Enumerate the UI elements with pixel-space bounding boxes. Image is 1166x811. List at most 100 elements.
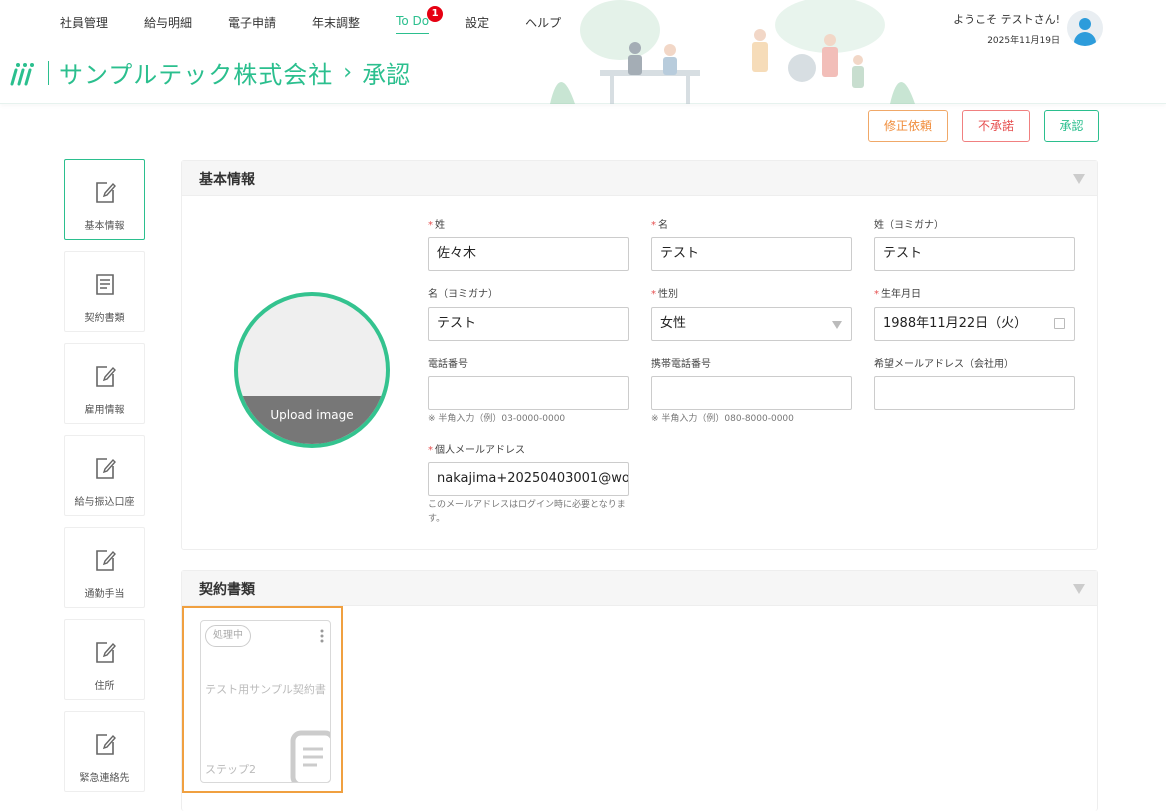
gender-label: * 性別 xyxy=(651,285,678,300)
required-mark: * xyxy=(874,289,879,300)
company-mail-label: 希望メールアドレス（会社用） xyxy=(874,359,1014,370)
company-name: サンプルテック株式会社 xyxy=(59,61,334,89)
gender-value: 女性 xyxy=(660,316,687,331)
phone-field[interactable] xyxy=(428,376,629,410)
nav-payslip[interactable]: 給与明細 xyxy=(144,14,192,34)
sidebar-item-address[interactable]: 住所 xyxy=(64,619,145,700)
header-illustration xyxy=(530,0,920,104)
contracts-title: 契約書類 xyxy=(199,582,255,598)
request-fix-button[interactable]: 修正依頼 xyxy=(868,110,948,142)
nav-e-application[interactable]: 電子申請 xyxy=(228,14,276,34)
edit-document-icon xyxy=(96,734,116,755)
sidebar-item-label: 基本情報 xyxy=(84,221,125,232)
document-lines-icon xyxy=(96,274,114,295)
edit-document-icon xyxy=(96,366,116,387)
contracts-header[interactable]: 契約書類 xyxy=(182,571,1097,606)
last-name-field[interactable]: 佐々木 xyxy=(428,237,629,271)
welcome-text: ようこそ テストさん! xyxy=(953,13,1060,26)
document-icon xyxy=(290,730,330,782)
company-mail-field[interactable] xyxy=(874,376,1075,410)
sidebar-item-employment[interactable]: 雇用情報 xyxy=(64,343,145,424)
todo-count-badge: 1 xyxy=(427,6,444,22)
basic-info-header[interactable]: 基本情報 xyxy=(182,161,1097,196)
contract-card[interactable]: 処理中 テスト用サンプル契約書 ステップ2 xyxy=(200,620,331,783)
calendar-icon[interactable] xyxy=(1054,318,1065,329)
top-nav: 社員管理 給与明細 電子申請 年末調整 To Do 1 設定 ヘルプ xyxy=(60,6,597,34)
birthday-label-text: 生年月日 xyxy=(881,289,921,300)
sidebar-item-label: 通勤手当 xyxy=(84,589,125,600)
edit-document-icon xyxy=(96,642,116,663)
required-mark: * xyxy=(651,220,656,231)
personal-mail-label-text: 個人メールアドレス xyxy=(435,445,525,456)
breadcrumb-separator: › xyxy=(343,60,353,85)
contract-step: ステップ2 xyxy=(205,763,256,776)
photo-upload[interactable]: Upload image xyxy=(234,292,390,448)
sidebar-item-commute[interactable]: 通勤手当 xyxy=(64,527,145,608)
sidebar-item-emergency-contact[interactable]: 緊急連絡先 xyxy=(64,711,145,792)
first-name-field[interactable]: テスト xyxy=(651,237,852,271)
brand-divider xyxy=(48,60,49,85)
more-vertical-icon[interactable] xyxy=(320,629,324,643)
welcome-area: ようこそ テストさん! 2025年11月19日 xyxy=(953,11,1060,46)
gender-label-text: 性別 xyxy=(658,289,678,300)
avatar-body xyxy=(1074,32,1096,46)
nav-todo-label: To Do xyxy=(396,14,430,28)
user-avatar[interactable] xyxy=(1067,10,1103,46)
phone-label: 電話番号 xyxy=(428,359,468,370)
contract-card-highlight: 処理中 テスト用サンプル契約書 ステップ2 xyxy=(182,606,343,793)
last-name-label: * 姓 xyxy=(428,216,445,231)
basic-info-panel: 基本情報 Upload image * 姓 佐々木 * 名 テスト 姓（ヨミガナ） … xyxy=(181,160,1098,550)
sidebar-item-label: 契約書類 xyxy=(84,313,125,324)
nav-settings[interactable]: 設定 xyxy=(465,14,489,34)
last-name-label-text: 姓 xyxy=(435,220,445,231)
sidebar-item-label: 住所 xyxy=(94,681,115,692)
personal-mail-hint: このメールアドレスはログイン時に必要となります。 xyxy=(428,500,626,524)
mobile-hint: ※ 半角入力（例）080-8000-0000 xyxy=(651,414,794,424)
sidebar-item-label: 給与振込口座 xyxy=(74,497,135,508)
personal-mail-field[interactable]: nakajima+20250403001@wor xyxy=(428,462,629,496)
birthday-value: 1988年11月22日（火） xyxy=(883,316,1028,331)
contract-title: テスト用サンプル契約書 xyxy=(205,683,326,696)
personal-mail-label: * 個人メールアドレス xyxy=(428,441,525,456)
first-name-kana-label: 名（ヨミガナ） xyxy=(428,289,498,300)
sidebar-item-basic-info[interactable]: 基本情報 xyxy=(64,159,145,240)
edit-document-icon xyxy=(96,458,116,479)
birthday-label: * 生年月日 xyxy=(874,285,921,300)
sidebar-item-label: 緊急連絡先 xyxy=(79,773,130,784)
first-name-label-text: 名 xyxy=(658,220,668,231)
page-title-area: サンプルテック株式会社 › 承認 xyxy=(8,55,410,90)
edit-document-icon xyxy=(96,550,116,571)
nav-employee-management[interactable]: 社員管理 xyxy=(60,14,108,34)
first-name-label: * 名 xyxy=(651,216,668,231)
gender-select[interactable]: 女性 xyxy=(651,307,852,341)
collapse-triangle-icon[interactable] xyxy=(1073,174,1085,184)
collapse-triangle-icon[interactable] xyxy=(1073,584,1085,594)
app-header: 社員管理 給与明細 電子申請 年末調整 To Do 1 設定 ヘルプ ようこそ … xyxy=(0,0,1166,104)
status-badge: 処理中 xyxy=(205,625,251,647)
last-name-kana-field[interactable]: テスト xyxy=(874,237,1075,271)
nav-todo[interactable]: To Do 1 xyxy=(396,6,444,34)
nav-year-end-adjustment[interactable]: 年末調整 xyxy=(312,14,360,34)
basic-info-title: 基本情報 xyxy=(199,172,255,188)
edit-document-icon xyxy=(96,182,116,203)
approve-button[interactable]: 承認 xyxy=(1044,110,1099,142)
sidebar-item-bank-account[interactable]: 給与振込口座 xyxy=(64,435,145,516)
sidebar-item-contracts[interactable]: 契約書類 xyxy=(64,251,145,332)
mobile-label: 携帯電話番号 xyxy=(651,359,711,370)
mobile-field[interactable] xyxy=(651,376,852,410)
page-title: 承認 xyxy=(362,61,411,89)
current-date: 2025年11月19日 xyxy=(987,36,1060,46)
required-mark: * xyxy=(428,220,433,231)
phone-hint: ※ 半角入力（例）03-0000-0000 xyxy=(428,414,566,424)
avatar-head xyxy=(1079,18,1091,30)
required-mark: * xyxy=(651,289,656,300)
upload-image-label: Upload image xyxy=(238,396,386,444)
birthday-field[interactable]: 1988年11月22日（火） xyxy=(874,307,1075,341)
reject-button[interactable]: 不承諾 xyxy=(962,110,1030,142)
required-mark: * xyxy=(428,445,433,456)
sidebar-item-label: 雇用情報 xyxy=(84,405,125,416)
first-name-kana-field[interactable]: テスト xyxy=(428,307,629,341)
chevron-down-icon xyxy=(832,321,842,329)
last-name-kana-label: 姓（ヨミガナ） xyxy=(874,220,944,231)
brand-logo-icon xyxy=(10,62,34,85)
